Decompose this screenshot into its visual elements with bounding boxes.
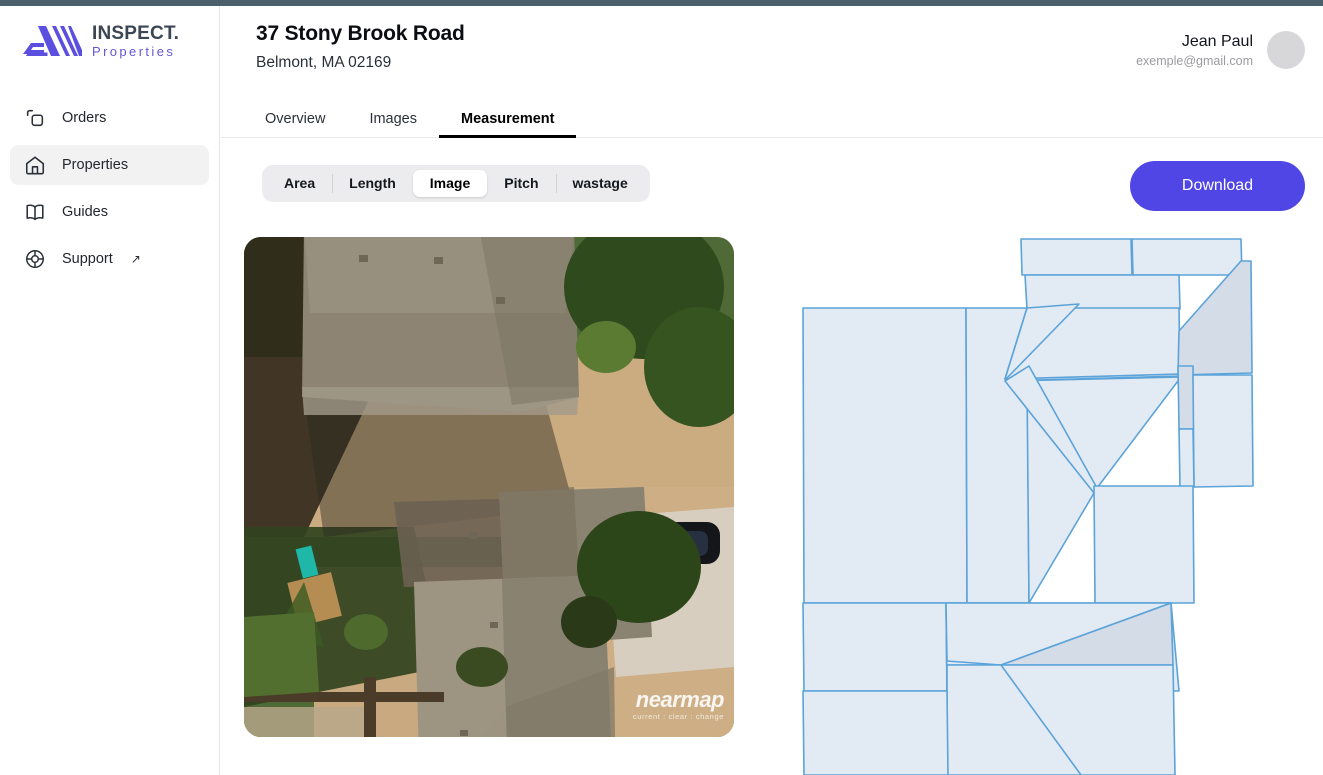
segment-image[interactable]: Image (413, 170, 487, 197)
avatar[interactable] (1267, 31, 1305, 69)
facet (1193, 375, 1253, 487)
sidebar-nav: Orders Properties (0, 98, 219, 279)
facet (1132, 239, 1242, 275)
user-name: Jean Paul (1136, 33, 1253, 51)
facet (1179, 429, 1194, 487)
aerial-image[interactable]: nearmap current : clear : change (244, 237, 734, 737)
sidebar-item-properties[interactable]: Properties (10, 145, 209, 185)
segment-wastage[interactable]: wastage (556, 170, 645, 197)
facet (1094, 486, 1194, 603)
page-title: 37 Stony Brook Road (256, 22, 465, 46)
facet (803, 308, 967, 603)
roof-diagram[interactable] (801, 231, 1301, 775)
measurement-panel: Area Length Image Pitch wastage Download (221, 139, 1323, 775)
brand-title: INSPECT. (92, 24, 179, 43)
tab-overview[interactable]: Overview (243, 112, 347, 138)
external-link-icon: ↗ (131, 252, 141, 266)
user-email: exemple@gmail.com (1136, 54, 1253, 68)
home-icon (24, 154, 46, 176)
facet (803, 691, 948, 775)
segment-length[interactable]: Length (332, 170, 413, 197)
lifebuoy-icon (24, 248, 46, 270)
user-meta: Jean Paul exemple@gmail.com (1136, 33, 1253, 68)
measurement-segmented-control: Area Length Image Pitch wastage (262, 165, 650, 202)
sidebar-item-label: Support (62, 251, 113, 267)
aerial-photo-graphic (244, 237, 734, 737)
facet-sliver (1178, 366, 1194, 429)
brand-logo[interactable]: INSPECT. Properties (0, 6, 219, 58)
app-root: INSPECT. Properties Orders (0, 0, 1323, 775)
sidebar-item-orders[interactable]: Orders (10, 98, 209, 138)
sidebar: INSPECT. Properties Orders (0, 6, 220, 775)
page-subtitle: Belmont, MA 02169 (256, 54, 391, 72)
copy-icon (24, 107, 46, 129)
sidebar-item-label: Properties (62, 157, 128, 173)
facet (1021, 239, 1132, 275)
user-profile[interactable]: Jean Paul exemple@gmail.com (1136, 31, 1305, 69)
brand-subtitle: Properties (92, 45, 179, 58)
download-button[interactable]: Download (1130, 161, 1305, 211)
inspect-logo-icon (20, 24, 82, 58)
segment-pitch[interactable]: Pitch (487, 170, 555, 197)
book-icon (24, 201, 46, 223)
tab-images[interactable]: Images (347, 112, 439, 138)
tab-measurement[interactable]: Measurement (439, 112, 576, 138)
brand-text: INSPECT. Properties (92, 24, 179, 58)
segment-area[interactable]: Area (267, 170, 332, 197)
facet (1025, 275, 1180, 309)
sidebar-item-label: Guides (62, 204, 108, 220)
roof-facet-graphic (801, 231, 1301, 775)
facet (803, 603, 947, 691)
sidebar-item-support[interactable]: Support ↗ (10, 239, 209, 279)
sidebar-item-label: Orders (62, 110, 106, 126)
page-header: 37 Stony Brook Road Belmont, MA 02169 Je… (221, 6, 1323, 138)
sidebar-item-guides[interactable]: Guides (10, 192, 209, 232)
facet-shaded (1178, 261, 1252, 375)
tab-bar: Overview Images Measurement (243, 95, 576, 137)
